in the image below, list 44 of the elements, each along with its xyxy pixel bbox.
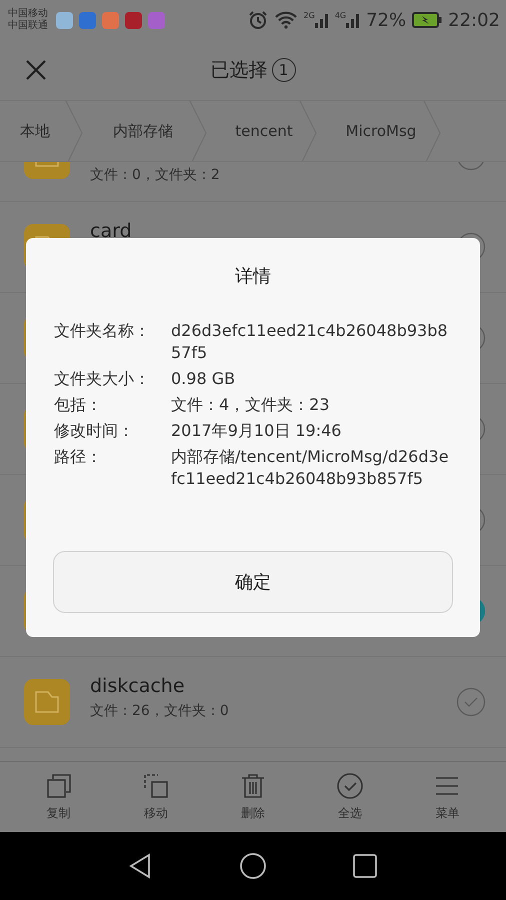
screen-title: 已选择 (210, 58, 268, 83)
folder-info: 文件：0，文件夹：2 (90, 166, 221, 184)
battery-charging-icon (412, 12, 442, 28)
detail-value: 2017年9月10日 19:46 (171, 420, 342, 442)
breadcrumb-item[interactable]: MicroMsg (326, 101, 436, 161)
move-button[interactable]: 移动 (120, 772, 191, 822)
detail-value: 文件：4，文件夹：23 (171, 394, 331, 416)
folder-icon (24, 679, 70, 725)
select-checkbox[interactable] (456, 687, 486, 717)
toolbar-icon (44, 772, 73, 800)
detail-label: 修改时间： (54, 420, 135, 442)
detail-value: 内部存储/tencent/MicroMsg/d26d3efc11eed21c4b26048b93b857f5 (171, 446, 450, 490)
detail-label: 文件夹大小： (54, 368, 151, 390)
carrier-name: 中国联通 (8, 20, 48, 32)
confirm-button[interactable]: 确定 (53, 551, 453, 613)
recent-apps-icon[interactable] (351, 852, 379, 880)
detail-value: d26d3efc11eed21c4b26048b93b857f5 (171, 320, 449, 364)
wifi-icon (274, 11, 298, 29)
signal-icon (346, 12, 360, 28)
network-type-label: 2G (304, 12, 315, 20)
detail-value: 0.98 GB (171, 368, 236, 390)
folder-info: 文件：26，文件夹：0 (90, 702, 230, 720)
menu-button[interactable]: 菜单 (412, 772, 482, 822)
breadcrumb-item[interactable]: 内部存储 (84, 101, 202, 161)
home-icon[interactable] (239, 852, 267, 880)
breadcrumb-item[interactable]: 本地 (0, 101, 70, 161)
folder-name: card (90, 219, 133, 243)
folder-name: diskcache (90, 674, 186, 698)
detail-label: 路径： (54, 446, 103, 468)
carrier-name: 中国移动 (8, 8, 48, 20)
network-type-label: 4G (334, 12, 346, 20)
toolbar-icon (142, 772, 170, 800)
detail-label: 包括： (54, 394, 103, 416)
breadcrumb-item[interactable]: tencent (216, 101, 312, 161)
toolbar-icon (336, 772, 364, 800)
battery-percent: 72% (366, 10, 406, 30)
signal-icon (314, 12, 329, 28)
delete-button[interactable]: 删除 (218, 772, 288, 822)
copy-button[interactable]: 复制 (24, 772, 94, 822)
alarm-icon (248, 10, 268, 30)
clock-time: 22:02 (448, 10, 500, 30)
selection-count: 1 (272, 58, 296, 82)
dialog-title: 详情 (235, 265, 271, 288)
detail-label: 文件夹名称： (54, 320, 151, 342)
